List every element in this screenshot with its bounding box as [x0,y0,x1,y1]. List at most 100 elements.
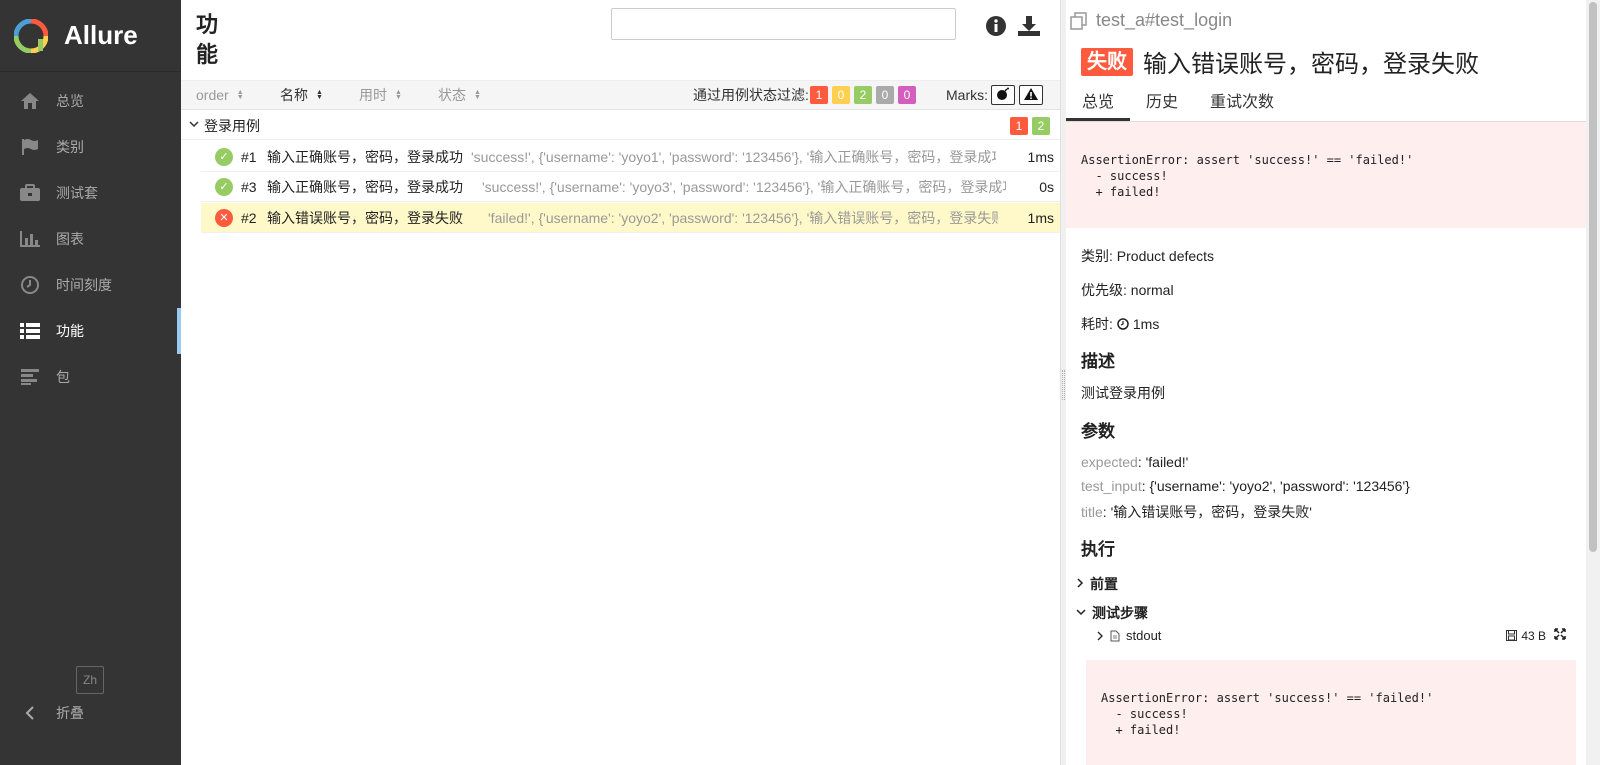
row-number: #3 [241,178,257,195]
filter-passed[interactable]: 2 [854,86,872,104]
download-icon[interactable] [1017,14,1041,38]
group-passed-count: 2 [1032,117,1050,135]
severity-info: 优先级: normal [1081,280,1174,300]
sidebar-item-label: 测试套 [56,185,98,201]
sidebar-item-label: 功能 [56,323,84,339]
list-icon [18,319,42,343]
collapse-button[interactable]: 折叠 [18,703,84,723]
sidebar-item-categories[interactable]: 类别 [0,124,181,170]
language-button[interactable]: Zh [76,666,104,694]
duration-label: 耗时: [1081,316,1113,332]
chevron-right-icon [1096,631,1104,641]
sort-arrows-icon: ▲ ▼ [395,89,402,101]
attachment-row[interactable]: stdout 43 B [1096,628,1566,643]
row-duration: 0s [1039,178,1054,195]
file-icon [1110,630,1120,642]
flag-icon [18,135,42,159]
row-params: 'success!', {'username': 'yoyo1', 'passw… [471,148,996,165]
sidebar-item-label: 图表 [56,231,84,247]
logo[interactable]: Allure [0,0,181,72]
bar-chart-icon [18,227,42,251]
sort-arrows-icon: ▲ ▼ [236,89,244,101]
severity-value: normal [1130,282,1174,298]
group-header[interactable]: 登录用例 1 2 [181,112,1060,140]
tab-history[interactable]: 历史 [1130,88,1194,121]
sidebar-item-behaviors[interactable]: 功能 [0,308,181,354]
sidebar-item-packages[interactable]: 包 [0,354,181,400]
splitter-handle[interactable] [1062,370,1065,400]
sidebar-item-label: 时间刻度 [56,277,112,293]
mark-flaky-button[interactable] [991,85,1015,105]
feature-group: 登录用例 1 2 [181,112,1060,140]
severity-label: 优先级: [1081,282,1127,298]
table-row[interactable]: ✕ #2 输入错误账号，密码，登录失败 'failed!', {'usernam… [201,203,1060,233]
description-heading: 描述 [1081,352,1115,371]
copy-icon [1070,11,1092,30]
tab-retries[interactable]: 重试次数 [1194,88,1290,121]
table-row[interactable]: ✓ #1 输入正确账号，密码，登录成功 'success!', {'userna… [201,142,1060,172]
chevron-down-icon [1076,607,1086,619]
passed-status-icon: ✓ [215,177,233,196]
sidebar-item-overview[interactable]: 总览 [0,78,181,124]
row-params: 'failed!', {'username': 'yoyo2', 'passwo… [488,209,998,226]
setup-section[interactable]: 前置 [1076,574,1118,594]
description-text: 测试登录用例 [1081,385,1165,401]
param-key: test_input [1081,478,1142,494]
collapse-label: 折叠 [56,705,84,721]
sidebar-item-suites[interactable]: 测试套 [0,170,181,216]
sidebar: Allure 总览 类别 测试套 图表 时间刻度 功能 包 Zh 折叠 [0,0,181,765]
group-counts: 1 2 [1010,117,1050,135]
sort-order-label: order [196,87,229,103]
scrollbar-thumb[interactable] [1589,2,1597,552]
sort-order[interactable]: order ▲ ▼ [196,87,244,103]
detail-tabs: 总览 历史 重试次数 [1066,88,1586,122]
filter-broken[interactable]: 0 [832,86,850,104]
tab-overview[interactable]: 总览 [1066,88,1131,121]
sort-duration[interactable]: 用时 ▲ ▼ [359,85,402,105]
filter-failed[interactable]: 1 [810,86,828,104]
sort-name-label: 名称 [280,87,308,103]
row-duration: 1ms [1027,148,1054,165]
scrollbar[interactable] [1586,0,1600,765]
param-row: test_input: {'username': 'yoyo2', 'passw… [1081,478,1410,494]
sort-arrows-icon: ▲ ▼ [316,89,323,101]
status-filters: 1 0 2 0 0 [810,86,916,104]
duration-value: 1ms [1132,316,1160,332]
group-failed-count: 1 [1010,117,1028,135]
filter-skipped[interactable]: 0 [876,86,894,104]
filter-unknown[interactable]: 0 [898,86,916,104]
align-left-icon [18,365,42,389]
mark-new-failed-button[interactable] [1019,85,1043,105]
param-row: title: '输入错误账号，密码，登录失败' [1081,504,1312,520]
sidebar-item-label: 总览 [56,93,84,109]
test-title: 失败 输入错误账号，密码，登录失败 [1081,44,1479,79]
expand-icon[interactable] [1554,628,1566,643]
info-icon[interactable] [984,14,1008,38]
sidebar-nav: 总览 类别 测试套 图表 时间刻度 功能 包 [0,78,181,400]
sidebar-item-graphs[interactable]: 图表 [0,216,181,262]
param-key: title [1081,504,1103,520]
sort-duration-label: 用时 [359,87,387,103]
passed-status-icon: ✓ [215,147,233,166]
param-value: '输入错误账号，密码，登录失败' [1110,504,1312,520]
test-path[interactable]: test_a#test_login [1070,10,1232,31]
clock-icon [1117,318,1129,330]
marks-label: Marks: [946,87,988,103]
sort-toolbar: order ▲ ▼ 名称 ▲ ▼ 用时 ▲ ▼ 状态 ▲ ▼ 通过用例状态过滤: 1 0… [181,80,1060,110]
table-row[interactable]: ✓ #3 输入正确账号，密码，登录成功 'success!', {'userna… [201,172,1060,202]
test-title-text: 输入错误账号，密码，登录失败 [1143,51,1479,78]
sidebar-item-timeline[interactable]: 时间刻度 [0,262,181,308]
error-message: AssertionError: assert 'success!' == 'fa… [1066,122,1586,228]
param-key: expected [1081,454,1138,470]
search-input[interactable] [611,8,956,40]
sort-status[interactable]: 状态 ▲ ▼ [438,85,481,105]
chevron-right-icon [1076,577,1084,591]
category-info: 类别: Product defects [1081,246,1214,266]
home-icon [18,89,42,113]
briefcase-icon [18,181,42,205]
test-detail-panel: test_a#test_login 失败 输入错误账号，密码，登录失败 总览 历… [1066,0,1586,765]
steps-section[interactable]: 测试步骤 [1076,603,1148,623]
row-name: 输入错误账号，密码，登录失败 [267,209,463,226]
duration-info: 耗时: 1ms [1081,314,1159,334]
sort-name[interactable]: 名称 ▲ ▼ [280,85,323,105]
